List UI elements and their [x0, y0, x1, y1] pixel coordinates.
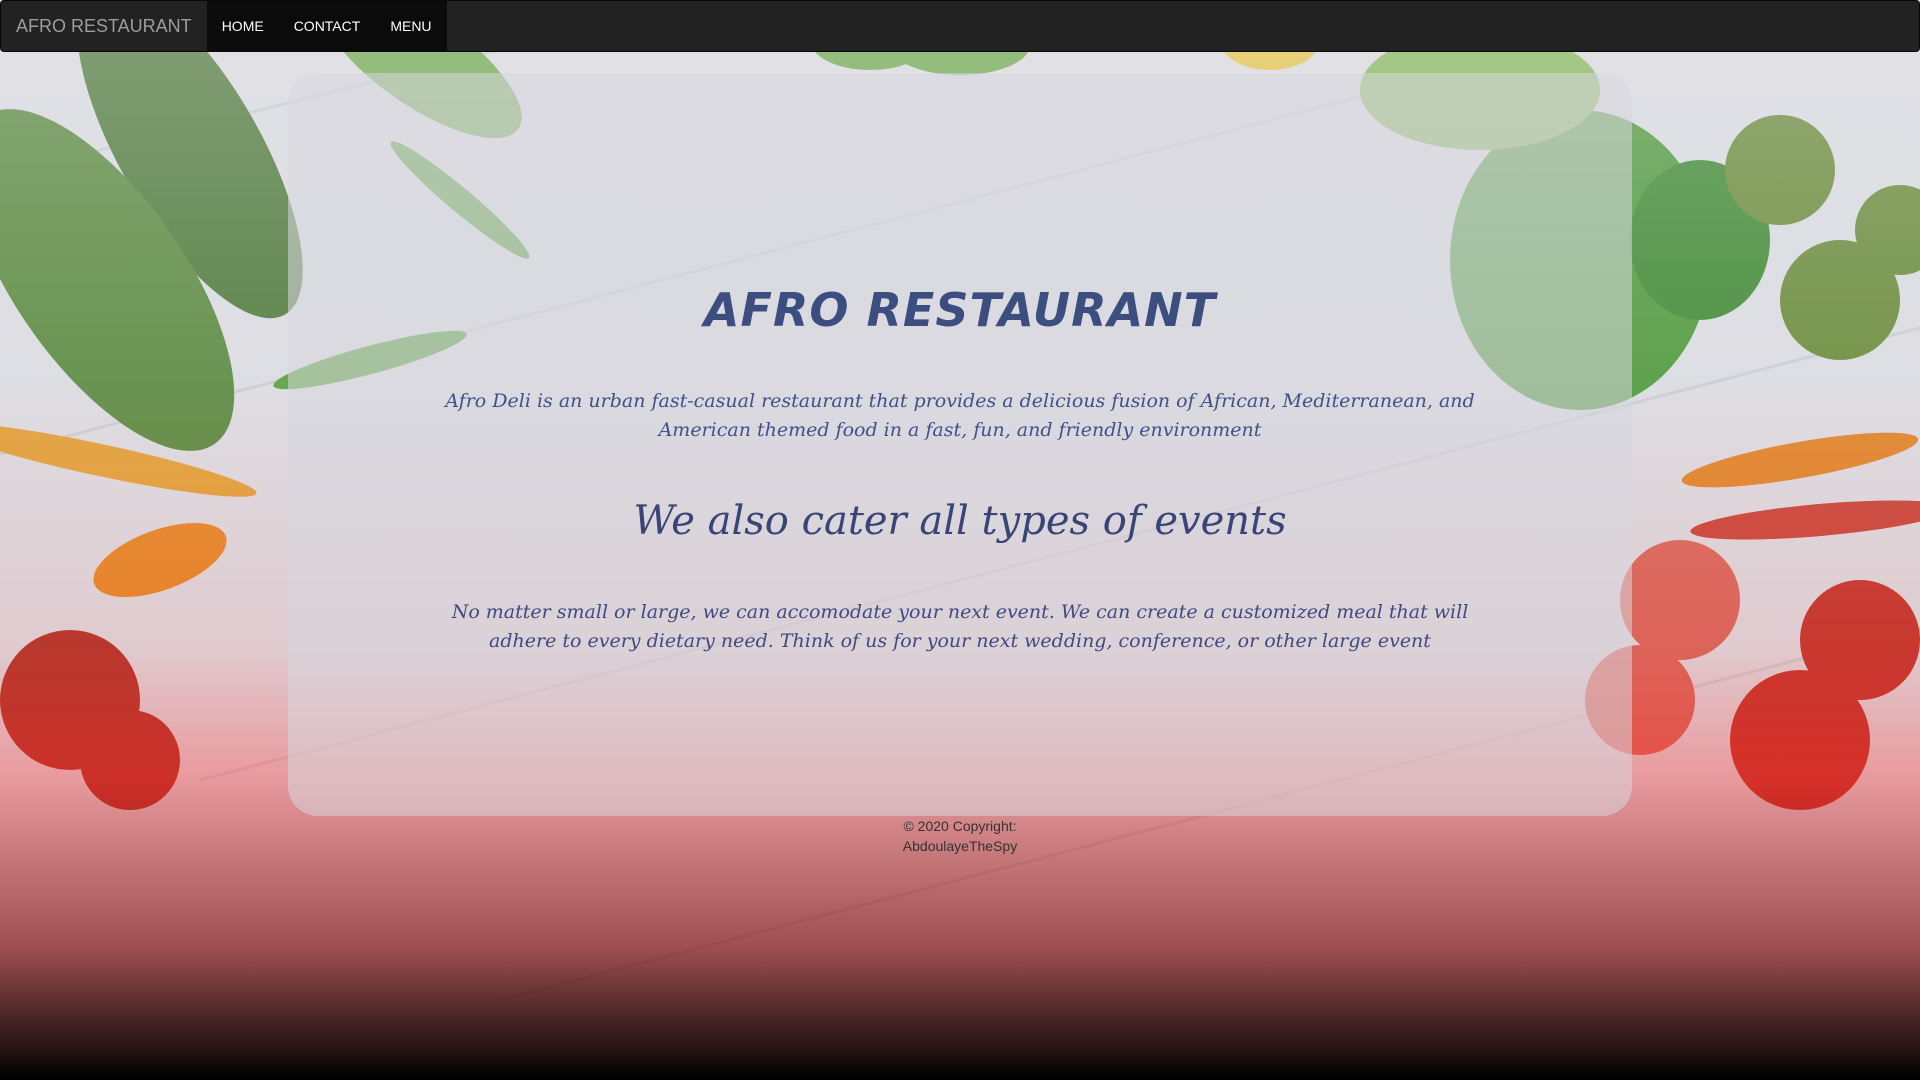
footer: © 2020 Copyright: AbdoulayeTheSpy	[880, 816, 1040, 856]
catering-heading: We also cater all types of events	[633, 498, 1287, 544]
copyright-author: AbdoulayeTheSpy	[902, 838, 1018, 854]
intro-paragraph: Afro Deli is an urban fast-casual restau…	[445, 390, 1475, 441]
copyright-text: © 2020 Copyright:	[903, 818, 1017, 834]
navbar-brand[interactable]: AFRO RESTAURANT	[1, 1, 207, 51]
catering-paragraph: No matter small or large, we can accomod…	[451, 601, 1469, 652]
page-title: AFRO RESTAURANT	[703, 283, 1217, 337]
hero-card: AFRO RESTAURANT Afro Deli is an urban fa…	[288, 73, 1632, 816]
nav-link-home[interactable]: HOME	[207, 1, 279, 51]
top-navbar: AFRO RESTAURANT HOME CONTACT MENU	[0, 0, 1920, 52]
nav-link-contact[interactable]: CONTACT	[279, 1, 376, 51]
nav-links: HOME CONTACT MENU	[206, 1, 447, 51]
nav-link-menu[interactable]: MENU	[375, 1, 446, 51]
